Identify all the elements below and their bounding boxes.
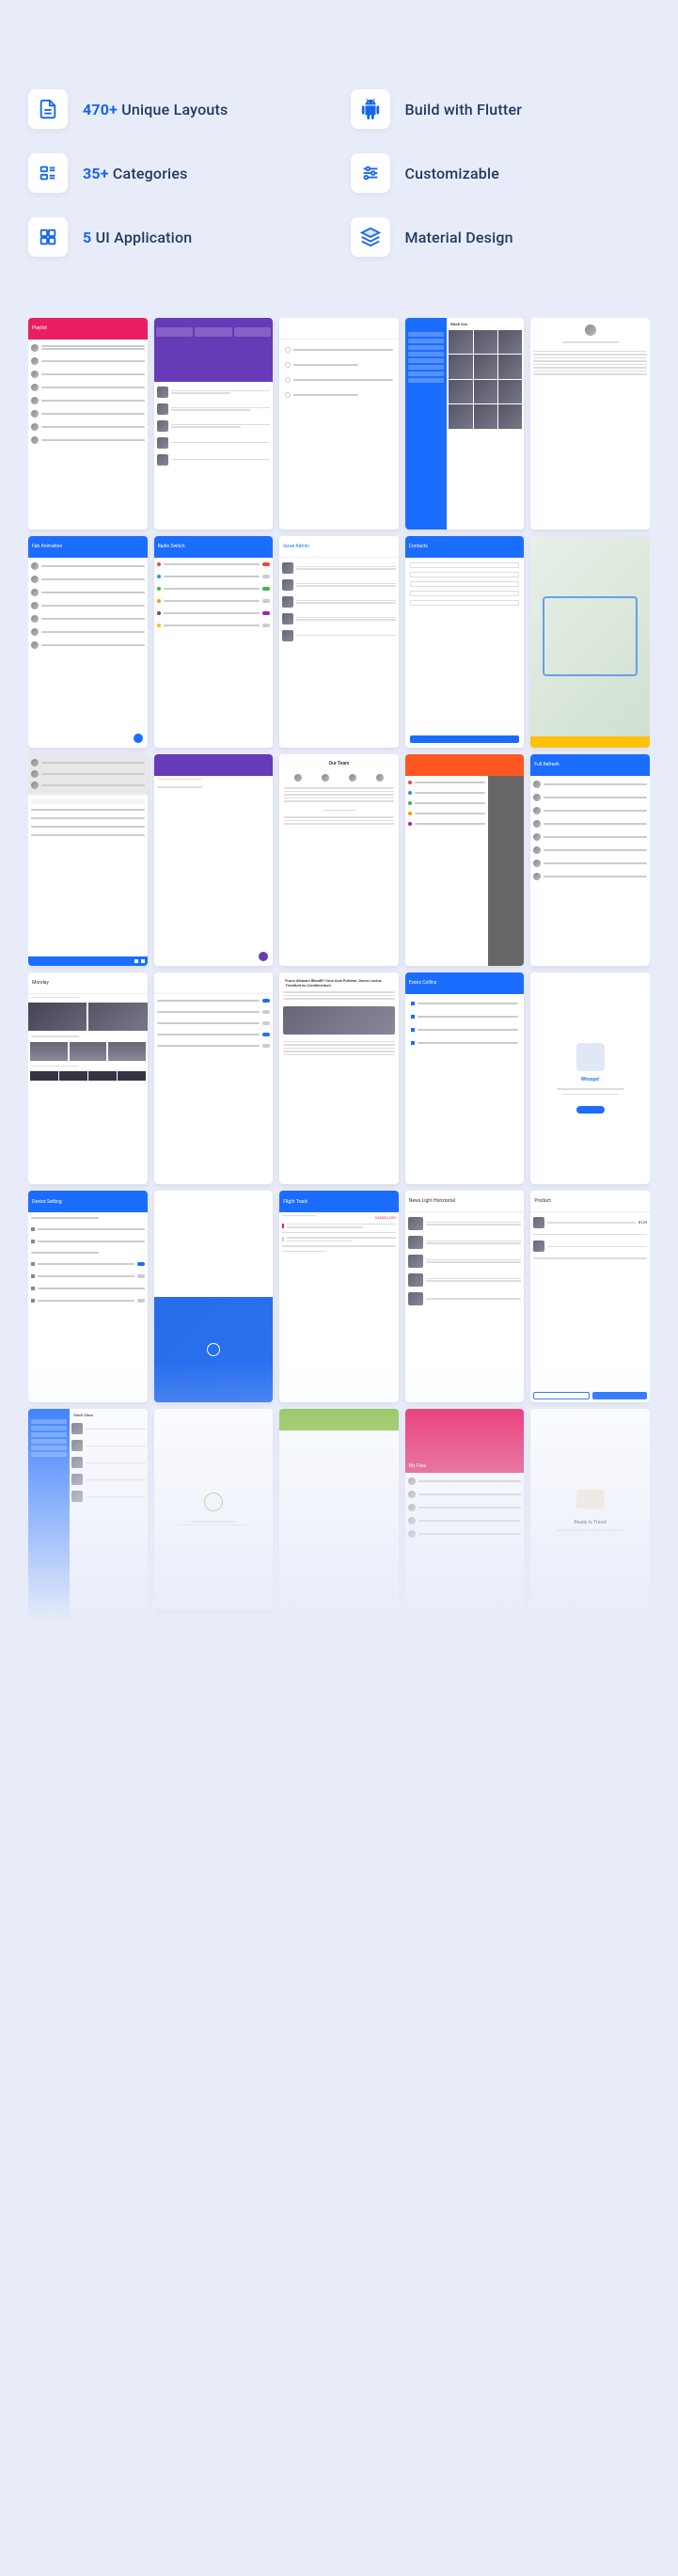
screen-thumb: Flight Track CANCELLED [279, 1191, 399, 1402]
screen-thumb: Contacts [405, 536, 525, 748]
screen-thumb [154, 1409, 274, 1620]
screen-thumb [279, 318, 399, 529]
screen-thumb: Fusce Aliquam Blandit? Urna Quis Pulvina… [279, 1627, 399, 1839]
screen-thumb: Photos [530, 1627, 650, 1839]
feature-label: 5 UI Application [83, 229, 192, 246]
screen-thumb: Fab Animation [28, 536, 148, 748]
screen-thumb: Fusce Aliquam Blandit? Urna Quis Pulvina… [279, 972, 399, 1184]
screen-thumb: Ready to Travel [530, 1409, 650, 1620]
feature-ui-apps: 5 UI Application [28, 217, 328, 257]
screen-thumb [154, 1627, 274, 1839]
feature-label: Customizable [405, 165, 500, 182]
feature-flutter: Build with Flutter [351, 89, 651, 129]
screen-thumb: Issue Admin [279, 536, 399, 748]
screen-thumb: Device Setting [28, 1191, 148, 1402]
screen-thumb [154, 1846, 274, 2058]
screen-thumb [279, 1409, 399, 1620]
screen-thumb [530, 536, 650, 748]
screen-thumb: Whoops! [530, 972, 650, 1184]
screen-thumb: Black Sea [405, 318, 525, 529]
screen-thumb: Our Team [279, 754, 399, 966]
screen-thumb: Full Refresh [530, 754, 650, 966]
screen-thumb [405, 754, 525, 966]
screen-thumb: Product $129 [530, 1191, 650, 1402]
screen-thumb: My Files [405, 1409, 525, 1620]
feature-label: Material Design [405, 229, 513, 246]
screen-thumb [530, 1846, 650, 2058]
screen-thumb [279, 1846, 399, 2058]
sliders-icon [351, 153, 390, 193]
android-icon [351, 89, 390, 129]
screens-grid: Playlist [28, 318, 650, 2058]
feature-label: Build with Flutter [405, 101, 523, 119]
screen-thumb: Radio Switch [154, 536, 274, 748]
layers-icon [351, 217, 390, 257]
screen-thumb: Monday [28, 972, 148, 1184]
file-icon [28, 89, 68, 129]
feature-layouts: 470+ Unique Layouts [28, 89, 328, 129]
screen-thumb: News Light Horizontal [405, 1191, 525, 1402]
screen-thumb [405, 1627, 525, 1839]
screen-thumb [405, 1846, 525, 2058]
screen-thumb [154, 754, 274, 966]
feature-label: 35+ Categories [83, 165, 188, 182]
screen-thumb [28, 1846, 148, 2058]
feature-customizable: Customizable [351, 153, 651, 193]
feature-material: Material Design [351, 217, 651, 257]
screen-thumb: Black Glass [28, 1409, 148, 1620]
screen-thumb [530, 318, 650, 529]
list-icon [28, 153, 68, 193]
screen-thumb [154, 318, 274, 529]
grid-icon [28, 217, 68, 257]
screen-thumb [154, 972, 274, 1184]
screen-thumb: Playlist [28, 318, 148, 529]
screen-thumb [154, 1191, 274, 1402]
feature-label: 470+ Unique Layouts [83, 101, 228, 119]
screen-thumb: Evans Collins [405, 972, 525, 1184]
feature-categories: 35+ Categories [28, 153, 328, 193]
screen-thumb [28, 754, 148, 966]
screen-thumb: Notification [28, 1627, 148, 1839]
